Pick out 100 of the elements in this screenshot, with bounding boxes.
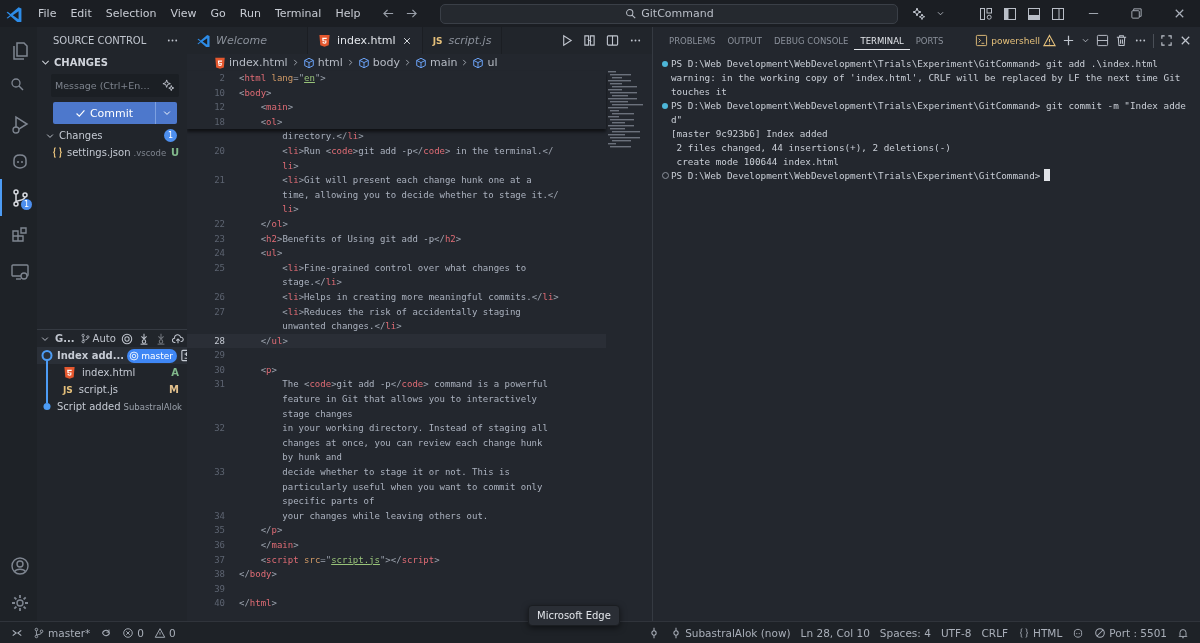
menu-item[interactable]: Go	[204, 5, 232, 22]
panel-tab[interactable]: OUTPUT	[721, 31, 769, 50]
split-terminal-icon[interactable]	[1096, 34, 1109, 47]
status-item[interactable]: HTML	[1013, 626, 1068, 639]
status-item[interactable]: UTF-8	[935, 626, 977, 639]
breadcrumb-item[interactable]: index.html	[214, 56, 288, 69]
commit-button[interactable]: Commit	[53, 102, 155, 124]
bell-icon[interactable]	[1177, 626, 1189, 639]
branch-mode-button[interactable]: Auto	[79, 333, 116, 344]
line-number: 33	[213, 466, 226, 480]
vscode-logo-icon	[197, 34, 210, 47]
status-item[interactable]: Ln 28, Col 10	[795, 626, 875, 639]
panel-tab[interactable]: PROBLEMS	[663, 31, 722, 50]
back-arrow-icon[interactable]	[382, 7, 396, 20]
terminal-line: PS D:\Web Development\WebDevelopment\Trials\Experiment\GitCommand> git commit -m "Index adde	[671, 100, 1186, 112]
no-entry-icon	[1094, 626, 1107, 639]
status-item[interactable]: 0	[148, 626, 181, 639]
tooltip: Microsoft Edge	[528, 605, 620, 626]
branch-icon	[33, 626, 45, 639]
file-name[interactable]: index.html	[82, 367, 136, 378]
code-line: in your working directory. Instead of staging all	[281, 422, 548, 436]
code-line: <h2>Benefits of Using git add -p</h2>	[259, 232, 462, 246]
debug-icon	[9, 113, 30, 134]
close-icon[interactable]	[401, 35, 412, 46]
split-editor-icon[interactable]	[606, 34, 619, 47]
terminal-line: warning: in the working copy of 'index.html', CRLF will be replaced by LF the next time Git	[671, 72, 1181, 84]
status-item[interactable]: SubastralAlok (now)	[665, 626, 796, 639]
status-item[interactable]: Spaces: 4	[874, 626, 936, 639]
sidebar-toggle-icon[interactable]	[1003, 6, 1017, 21]
status-item[interactable]: CRLF	[976, 626, 1014, 639]
panel-tab[interactable]: DEBUG CONSOLE	[768, 31, 855, 50]
editor-tab[interactable]: JS script.js	[422, 27, 503, 54]
breadcrumb-item[interactable]: main	[414, 56, 458, 69]
menu-item[interactable]: File	[32, 5, 63, 22]
compare-icon[interactable]	[583, 34, 596, 47]
menu-item[interactable]: Help	[329, 5, 367, 22]
breadcrumb-item[interactable]: ul	[472, 56, 498, 69]
panel-tab[interactable]: PORTS	[909, 31, 950, 50]
file-name[interactable]: script.js	[78, 384, 118, 395]
menu-item[interactable]: Terminal	[268, 5, 328, 22]
code-line: time, allowing you to decide whether to stage it.</	[281, 188, 559, 202]
terminal-selector[interactable]: powershell	[975, 34, 1056, 47]
section-title[interactable]: G...	[55, 333, 75, 344]
menu-item[interactable]: Selection	[99, 5, 163, 22]
close-icon[interactable]	[1173, 7, 1186, 20]
commit-message[interactable]: Index add...	[57, 350, 125, 361]
status-item[interactable]: master*	[28, 626, 96, 639]
status-item[interactable]: Port : 5501	[1089, 626, 1172, 639]
code-line: feature in Git that allows you to interactively	[281, 393, 537, 407]
breadcrumb-separator-icon	[460, 58, 470, 67]
breadcrumb-item[interactable]: html	[302, 56, 343, 69]
caret-icon[interactable]	[1081, 36, 1090, 45]
vscode-logo-icon	[6, 5, 22, 22]
editor-tab[interactable]: Welcome	[187, 27, 308, 54]
panel-toggle-icon[interactable]	[1027, 6, 1041, 21]
layout-icon[interactable]	[979, 6, 993, 21]
status-item[interactable]: 0	[117, 626, 149, 639]
terminal-line: PS D:\Web Development\WebDevelopment\Trials\Experiment\GitCommand>	[671, 169, 1041, 181]
warning-icon	[153, 626, 166, 639]
menu-item[interactable]: Edit	[64, 5, 98, 22]
terminal-line: create mode 100644 index.html	[675, 155, 839, 167]
code-line: stage changes	[281, 407, 353, 421]
caret-icon[interactable]	[936, 9, 946, 18]
maximize-icon[interactable]	[1160, 34, 1173, 47]
run-icon[interactable]	[560, 34, 573, 47]
commit-message-field[interactable]: Message (Ctrl+En…	[51, 74, 179, 97]
cube-icon	[302, 56, 315, 69]
breadcrumb-item[interactable]: body	[357, 56, 400, 69]
code-line: <ol>	[259, 115, 283, 129]
menu-item[interactable]: Run	[233, 5, 267, 22]
commit-message[interactable]: Script added	[57, 401, 121, 412]
settings-icon	[9, 592, 30, 613]
changes-group-label[interactable]: Changes	[59, 130, 160, 141]
status-letter: U	[170, 147, 179, 158]
plus-icon[interactable]	[1062, 34, 1075, 47]
line-number: 21	[213, 174, 226, 188]
forward-arrow-icon[interactable]	[405, 7, 419, 20]
code-line: li>	[281, 159, 299, 173]
code-line: particularly useful when you want to commit only	[281, 480, 543, 494]
code-line: </main>	[259, 539, 299, 552]
code-line: <li>Fine-grained control over what changes to	[281, 261, 527, 275]
cloud-upload-icon[interactable]	[171, 332, 184, 345]
error-icon	[122, 626, 135, 639]
panel-tab[interactable]: TERMINAL	[854, 31, 910, 50]
close-icon[interactable]	[1179, 34, 1192, 47]
menu-item[interactable]: View	[164, 5, 203, 22]
sparkle-icon[interactable]	[162, 79, 175, 92]
status-letter: M	[169, 384, 179, 395]
sparkle-icon[interactable]	[912, 6, 927, 21]
command-center-search[interactable]: GitCommand	[440, 3, 899, 24]
secondary-sidebar-icon[interactable]	[1051, 6, 1065, 21]
target-icon[interactable]	[120, 332, 133, 345]
code-line: <script src="script.js"></script>	[259, 553, 440, 567]
file-name[interactable]: settings.json	[67, 147, 131, 158]
trash-icon[interactable]	[1115, 34, 1128, 47]
restore-icon[interactable]	[1130, 7, 1143, 20]
line-number: 2	[218, 72, 226, 85]
code-line: decide whether to stage it or not. This is	[281, 466, 510, 480]
section-title[interactable]: CHANGES	[54, 57, 109, 68]
copilot-icon[interactable]	[1072, 626, 1085, 639]
